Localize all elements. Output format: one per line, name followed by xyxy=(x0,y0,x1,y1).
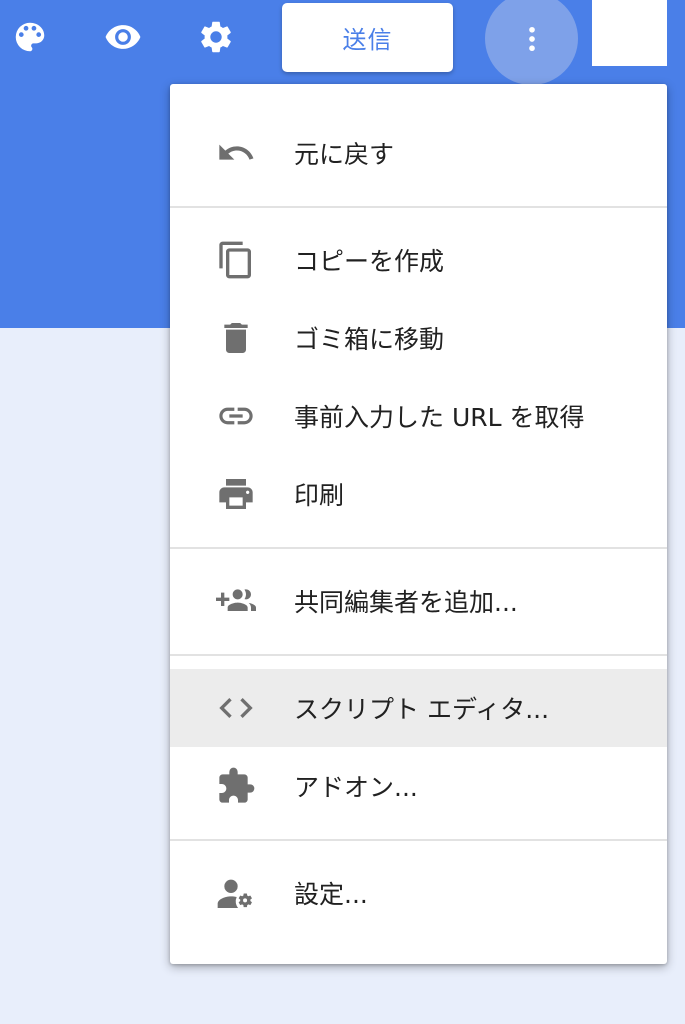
menu-item-label: アドオン... xyxy=(294,773,418,802)
gear-icon[interactable] xyxy=(193,14,239,60)
print-icon xyxy=(216,474,256,514)
menu-item-label: スクリプト エディタ... xyxy=(294,695,550,724)
code-icon xyxy=(216,688,256,728)
eye-icon[interactable] xyxy=(100,14,146,60)
menu-item-label: 元に戻す xyxy=(294,140,395,169)
menu-item-script-editor[interactable]: スクリプト エディタ... xyxy=(170,669,667,747)
menu-item-prefilled-url[interactable]: 事前入力した URL を取得 xyxy=(170,377,667,455)
menu-item-label: 事前入力した URL を取得 xyxy=(294,403,585,432)
menu-divider xyxy=(170,206,667,208)
account-avatar[interactable] xyxy=(592,0,667,66)
menu-item-label: 設定... xyxy=(294,880,368,909)
link-icon xyxy=(216,396,256,436)
menu-item-label: 共同編集者を追加... xyxy=(294,588,518,617)
more-vert-icon xyxy=(528,26,535,51)
undo-icon xyxy=(216,133,256,173)
add-people-icon xyxy=(216,581,256,621)
menu-divider xyxy=(170,654,667,656)
menu-item-settings[interactable]: 設定... xyxy=(170,854,667,932)
person-gear-icon xyxy=(216,873,256,913)
menu-divider xyxy=(170,547,667,549)
menu-item-label: コピーを作成 xyxy=(294,247,445,276)
menu-item-move-to-trash[interactable]: ゴミ箱に移動 xyxy=(170,299,667,377)
menu-item-label: ゴミ箱に移動 xyxy=(294,325,445,354)
menu-divider xyxy=(170,839,667,841)
palette-icon[interactable] xyxy=(7,14,53,60)
copy-icon xyxy=(216,240,256,280)
menu-item-make-copy[interactable]: コピーを作成 xyxy=(170,221,667,299)
menu-item-add-ons[interactable]: アドオン... xyxy=(170,747,667,825)
menu-item-print[interactable]: 印刷 xyxy=(170,455,667,533)
more-options-menu: 元に戻す コピーを作成 ゴミ箱に移動 事前入力した URL を取得 印刷 共同編… xyxy=(170,84,667,964)
more-options-button[interactable] xyxy=(485,0,578,85)
send-button[interactable]: 送信 xyxy=(282,3,453,72)
menu-item-add-collaborators[interactable]: 共同編集者を追加... xyxy=(170,562,667,640)
menu-item-label: 印刷 xyxy=(294,481,345,510)
menu-item-undo[interactable]: 元に戻す xyxy=(170,114,667,192)
trash-icon xyxy=(216,318,256,358)
puzzle-icon xyxy=(216,766,256,806)
